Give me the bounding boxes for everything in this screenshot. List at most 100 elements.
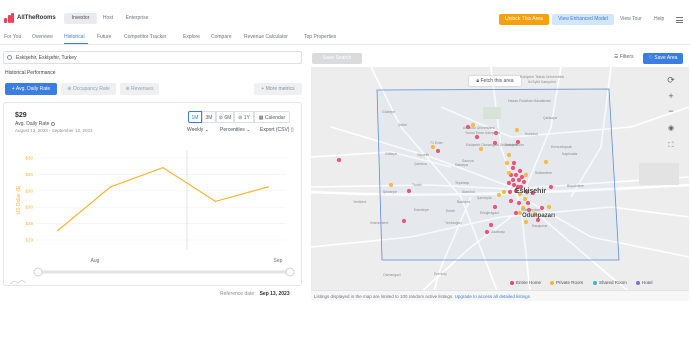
listing-dot xyxy=(508,198,514,204)
subnav-historical[interactable]: Historical xyxy=(64,33,85,41)
more-metrics-button[interactable]: + More metrics xyxy=(254,83,302,95)
range-slider-handle-end[interactable] xyxy=(285,267,295,277)
kpi-label: Avg. Daily Rate xyxy=(15,121,55,127)
legend-dot xyxy=(550,280,554,285)
hamburger-icon[interactable] xyxy=(676,17,683,23)
listing-dot xyxy=(516,200,522,206)
metric-adr-button[interactable]: + Avg. Daily Rate xyxy=(5,83,57,95)
save-area-button[interactable]: ♡ Save Area xyxy=(643,53,683,64)
tab-host[interactable]: Host xyxy=(97,13,119,24)
map-place-label: Bahçelievler xyxy=(505,143,525,147)
percentiles-dropdown[interactable]: Percentiles ⌄ xyxy=(220,127,250,133)
subnav-overview[interactable]: Overview xyxy=(32,33,53,41)
listing-dot xyxy=(406,188,412,194)
listing-dot xyxy=(523,172,529,178)
subnav-revenue-calculator[interactable]: Revenue Calculator xyxy=(244,33,288,41)
info-icon[interactable] xyxy=(50,121,55,126)
chevron-down-icon: ⌄ xyxy=(204,127,209,133)
listing-dot xyxy=(484,229,490,235)
filters-button[interactable]: ☰ Filters xyxy=(614,54,634,60)
subnav-competitor-tracker[interactable]: Competitor Tracker xyxy=(124,33,167,41)
range-1m-button[interactable]: 1M xyxy=(188,111,202,123)
map-place-label: Ertuğrulgazi xyxy=(480,211,499,215)
map-place-label: Yenidoğan xyxy=(445,221,462,225)
listing-dot xyxy=(519,174,525,180)
subnav-top-properties[interactable]: Top Properties xyxy=(304,33,336,41)
logo-icon xyxy=(4,13,14,23)
unlock-area-button[interactable]: Unlock This Area xyxy=(499,14,549,25)
listing-dot xyxy=(504,160,510,166)
map-place-label: Sazova xyxy=(462,159,474,163)
listing-dot xyxy=(517,168,523,174)
compass-icon[interactable]: ⟳ xyxy=(665,75,677,87)
legend-private-room: Private Room xyxy=(550,280,583,285)
tab-investor[interactable]: Investor xyxy=(64,13,97,24)
listing-dot xyxy=(516,177,522,183)
subnav-compare[interactable]: Compare xyxy=(211,33,232,41)
map-place-label: Gültepe xyxy=(385,152,398,156)
map-place-label: Kaplıcalar xyxy=(562,152,578,156)
map-place-label: Ihlamurkent xyxy=(370,221,389,225)
view-tour-link[interactable]: View Tour xyxy=(620,14,642,25)
listing-dot xyxy=(546,204,552,210)
y-tick-label: $30 xyxy=(25,205,33,210)
subnav-future[interactable]: Future xyxy=(97,33,111,41)
upgrade-link[interactable]: Upgrade to access all detailed listings xyxy=(455,294,530,299)
tab-enterprise[interactable]: Enterprise xyxy=(121,13,153,24)
map-place-label: Alanönü xyxy=(462,190,475,194)
metric-occupancy-button[interactable]: ⊕ Occupancy Rate xyxy=(61,83,116,95)
range-1y-button[interactable]: ⊘ 1Y xyxy=(234,111,254,123)
location-search-input[interactable]: Eskişehir, Eskişehir, Turkey xyxy=(3,51,302,64)
save-search-button[interactable]: Save Search xyxy=(312,53,362,64)
map-place-label: Kurtuluş xyxy=(525,132,538,136)
granularity-dropdown[interactable]: Weekly ⌄ xyxy=(187,127,209,133)
filter-icon: ☰ xyxy=(614,54,619,60)
y-tick-label: $30 xyxy=(25,172,33,177)
listing-dot xyxy=(511,160,517,166)
help-link[interactable]: Help xyxy=(654,14,664,25)
listing-dot xyxy=(401,218,407,224)
listing-dot xyxy=(510,177,516,183)
map-place-label: Şeker xyxy=(398,123,408,127)
listing-dot xyxy=(548,184,554,190)
map-place-label: Batıkent xyxy=(457,200,470,204)
brand-logo[interactable]: AllTheRooms xyxy=(4,13,56,23)
range-6m-button[interactable]: ⊘ 6M xyxy=(216,111,234,123)
fullscreen-icon[interactable]: ⛶ xyxy=(665,140,677,152)
map-district-label: Odunpazarı xyxy=(522,213,556,219)
map-place-label: Tunalı xyxy=(412,183,422,187)
map-place-label: Yenikent xyxy=(353,200,367,204)
listing-dot xyxy=(474,134,480,140)
map-place-label: Osmangazi xyxy=(383,273,401,277)
search-icon xyxy=(7,55,12,60)
section-title: Historical Performance xyxy=(5,70,56,76)
listing-dot xyxy=(522,196,528,202)
calendar-button[interactable]: ▦ Calendar xyxy=(254,111,290,123)
metric-revenues-button[interactable]: ⊕ Revenues xyxy=(120,83,159,95)
sub-navigation: For You Overview Historical Future Compe… xyxy=(0,31,690,45)
enhanced-model-button[interactable]: View Enhanced Model xyxy=(552,14,614,25)
map-place-label: Sakarya xyxy=(455,163,468,167)
map-place-label: Karapınar xyxy=(532,224,548,228)
listing-dot xyxy=(435,148,441,154)
zoom-in-button[interactable]: + xyxy=(665,91,677,103)
fetch-area-button[interactable]: 🔒︎ Fetch this area xyxy=(469,76,521,86)
search-value: Eskişehir, Eskişehir, Turkey xyxy=(16,55,77,61)
export-csv-button[interactable]: Export (CSV) ▯ xyxy=(260,127,294,133)
range-slider-handle-start[interactable] xyxy=(33,267,43,277)
subnav-for-you[interactable]: For You xyxy=(4,33,21,41)
y-axis-label: US Dollar ($) xyxy=(16,185,22,214)
map-place-label: Akarbaşı xyxy=(491,230,505,234)
listing-dot xyxy=(523,219,529,225)
y-tick-label: $29 xyxy=(25,238,33,243)
legend-dot xyxy=(593,280,597,285)
subnav-explore[interactable]: Explore xyxy=(183,33,200,41)
kpi-value: $29 xyxy=(15,112,27,119)
zoom-out-button[interactable]: − xyxy=(665,106,677,118)
location-icon[interactable]: ◉ xyxy=(665,123,677,135)
adr-line-chart: $29$29$30$30$30$30US Dollar ($)Aug Sep xyxy=(9,150,295,285)
map-canvas[interactable] xyxy=(311,67,689,301)
map-place-label: Göztepe xyxy=(382,110,396,114)
range-3m-button[interactable]: 3M xyxy=(202,111,216,123)
listings-map[interactable] xyxy=(311,67,689,301)
